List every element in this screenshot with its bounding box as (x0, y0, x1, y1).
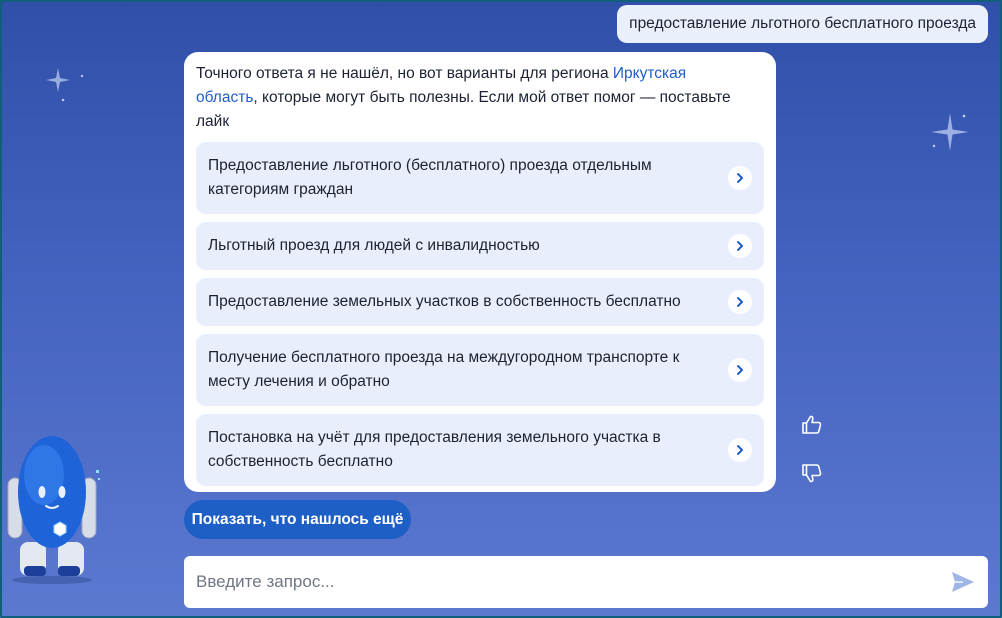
answer-option[interactable]: Получение бесплатного проезда на междуго… (196, 334, 764, 406)
bot-answer-text: Точного ответа я не нашёл, но вот вариан… (196, 62, 736, 134)
thumbs-up-icon[interactable] (800, 413, 824, 437)
chevron-right-icon (728, 290, 752, 314)
bot-text-before: Точного ответа я не нашёл, но вот вариан… (196, 65, 613, 82)
answer-option-label: Получение бесплатного проезда на междуго… (208, 349, 680, 390)
bot-text-after: , которые могут быть полезны. Если мой о… (196, 89, 731, 130)
sparkle-icon (931, 113, 969, 151)
bot-answer-card: Точного ответа я не нашёл, но вот вариан… (184, 52, 776, 492)
answer-option[interactable]: Льготный проезд для людей с инвалидность… (196, 222, 764, 270)
sparkle-icon (46, 68, 84, 102)
chevron-right-icon (728, 358, 752, 382)
chevron-right-icon (728, 234, 752, 258)
answer-option-label: Предоставление льготного (бесплатного) п… (208, 157, 652, 198)
answer-options-list: Предоставление льготного (бесплатного) п… (196, 142, 764, 486)
answer-option-label: Постановка на учёт для предоставления зе… (208, 429, 661, 470)
thumbs-down-icon[interactable] (800, 461, 824, 485)
robot-mascot (7, 436, 100, 584)
answer-option[interactable]: Постановка на учёт для предоставления зе… (196, 414, 764, 486)
answer-option-label: Предоставление земельных участков в собс… (208, 293, 681, 310)
query-input[interactable] (196, 556, 936, 608)
user-message: предоставление льготного бесплатного про… (617, 5, 988, 43)
chevron-right-icon (728, 438, 752, 462)
query-input-bar (184, 556, 988, 608)
answer-option-label: Льготный проезд для людей с инвалидность… (208, 237, 540, 254)
answer-option[interactable]: Предоставление льготного (бесплатного) п… (196, 142, 764, 214)
answer-option[interactable]: Предоставление земельных участков в собс… (196, 278, 764, 326)
show-more-button[interactable]: Показать, что нашлось ещё (184, 500, 411, 539)
send-icon[interactable] (950, 569, 976, 595)
chevron-right-icon (728, 166, 752, 190)
